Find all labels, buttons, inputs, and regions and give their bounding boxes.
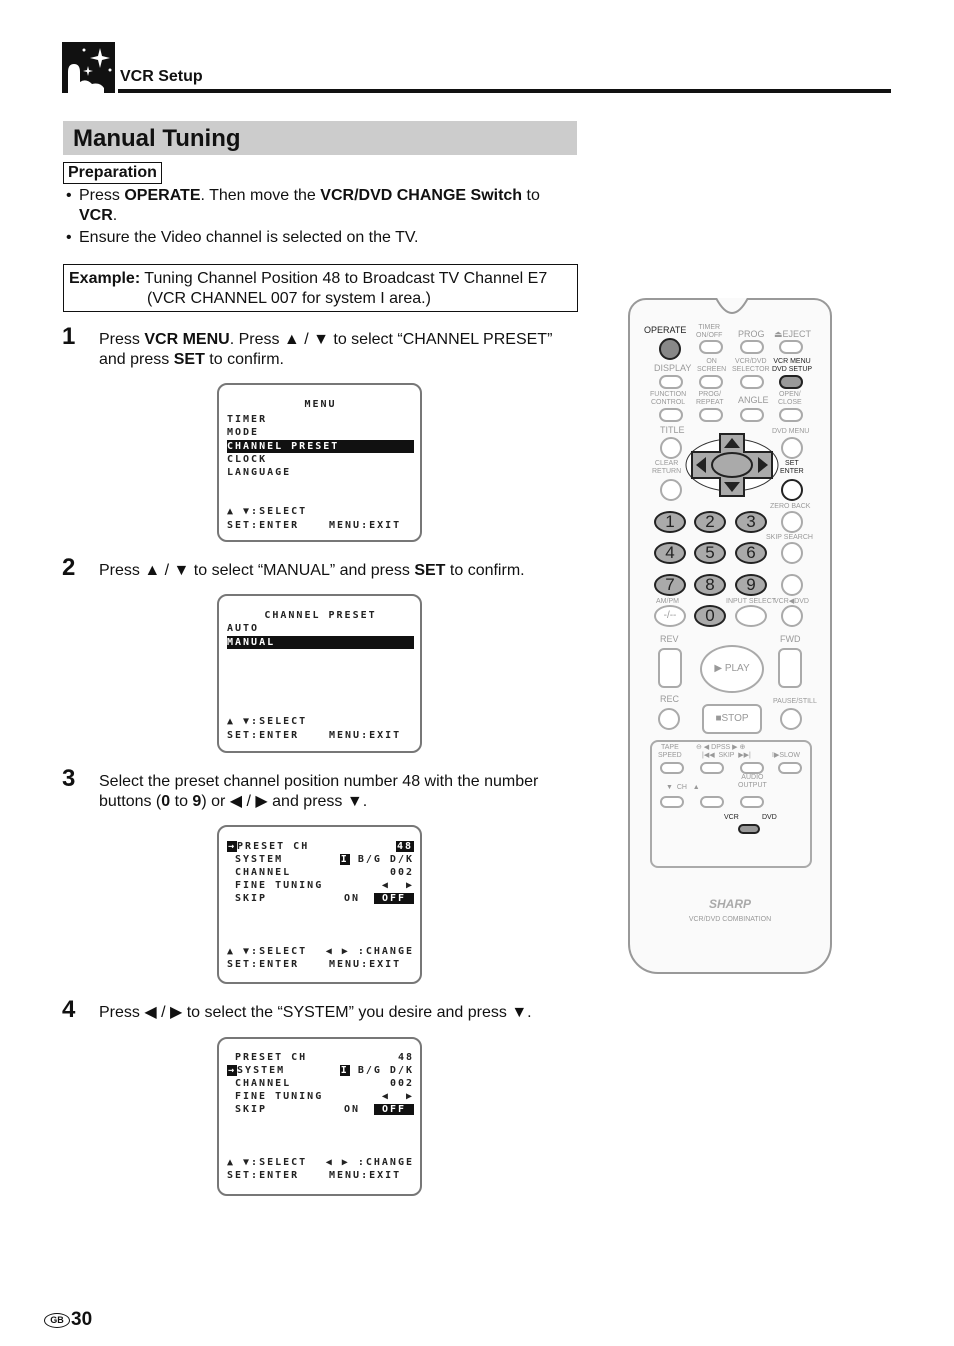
- input-select-button: [735, 605, 767, 627]
- step-number: 3: [62, 765, 76, 792]
- step-1-text: Press VCR MENU. Press ▲ / ▼ to select “C…: [99, 331, 553, 368]
- ch-up-button: [700, 796, 724, 808]
- lower-button-panel: TAPE SPEED ⊖ ◀ DPSS ▶ ⊕ |◀◀ SKIP ▶▶| I▶S…: [650, 740, 812, 868]
- repeat-button: [699, 408, 723, 422]
- step-4-text: Press ◀ / ▶ to select the “SYSTEM” you d…: [99, 1004, 532, 1021]
- number-button: 1: [654, 511, 686, 533]
- am-pm-button: -/--: [654, 605, 686, 627]
- region-badge: GB: [44, 1313, 70, 1328]
- rec-button: [658, 708, 680, 730]
- ch-down-button: [660, 796, 684, 808]
- number-button: 7: [654, 574, 686, 596]
- section-title: VCR Setup: [120, 68, 203, 85]
- page-number: 30: [71, 1309, 93, 1330]
- example-box: Example: Tuning Channel Position 48 to B…: [63, 264, 578, 312]
- audio-output-button: [740, 796, 764, 808]
- eject-button: [779, 340, 803, 354]
- open-close-button: [779, 408, 803, 422]
- blank-button: [781, 574, 803, 596]
- clear-button: [660, 479, 682, 501]
- set-enter-button: [781, 479, 803, 501]
- play-button: ▶ PLAY: [700, 645, 764, 693]
- selected-item: CHANNEL PRESET: [227, 440, 414, 453]
- osd-channel-preset-screen: CHANNEL PRESET AUTO MANUAL ▲ ▼:SELECT SE…: [217, 594, 422, 753]
- angle-button: [740, 408, 764, 422]
- selector-button: [740, 375, 764, 389]
- selected-item: MANUAL: [227, 636, 414, 649]
- brand-logo: SHARP: [708, 897, 751, 911]
- step-number: 1: [62, 323, 76, 350]
- page-title: Manual Tuning: [73, 125, 241, 152]
- operate-button: [659, 338, 681, 360]
- number-button: 0: [694, 605, 726, 627]
- function-button: [659, 408, 683, 422]
- slow-button: [778, 762, 802, 774]
- on-screen-button: [699, 375, 723, 389]
- prep-bullet-1: • Press OPERATE. Then move the VCR/DVD C…: [66, 187, 540, 224]
- number-button: 9: [735, 574, 767, 596]
- number-button: 2: [694, 511, 726, 533]
- vcr-dvd-button: [781, 605, 803, 627]
- tape-speed-button: [660, 762, 684, 774]
- number-button: 8: [694, 574, 726, 596]
- rev-button: [658, 648, 682, 688]
- number-button: 4: [654, 542, 686, 564]
- number-button: 5: [694, 542, 726, 564]
- pause-button: [780, 708, 802, 730]
- osd-manual-system-screen: PRESET CH 48 →SYSTEM I B/G D/K CHANNEL 0…: [217, 1037, 422, 1196]
- example-label: Example:: [69, 270, 141, 287]
- zero-back-button: [781, 511, 803, 533]
- skip-fwd-button: [740, 762, 764, 774]
- step-3-text: Select the preset channel position numbe…: [99, 773, 539, 810]
- step-number: 4: [62, 996, 76, 1023]
- section-logo-icon: [62, 42, 115, 93]
- number-button: 3: [735, 511, 767, 533]
- prog-button: [740, 340, 764, 354]
- osd-manual-preset-screen: →PRESET CH 48 SYSTEM I B/G D/K CHANNEL 0…: [217, 825, 422, 984]
- number-button: 6: [735, 542, 767, 564]
- osd-menu-screen: MENU TIMER MODE CHANNEL PRESET CLOCK LAN…: [217, 383, 422, 542]
- step-2-text: Press ▲ / ▼ to select “MANUAL” and press…: [99, 562, 525, 579]
- vcr-dvd-switch: [738, 824, 760, 834]
- skip-search-button: [781, 542, 803, 564]
- skip-back-button: [700, 762, 724, 774]
- section-rule: [118, 89, 891, 93]
- title-button: [660, 437, 682, 459]
- direction-pad-icon: [685, 433, 779, 497]
- remote-control-illustration: OPERATE TIMER ON/OFF PROG ⏏EJECT DISPLAY…: [628, 298, 832, 974]
- preparation-label: Preparation: [63, 162, 162, 184]
- fwd-button: [778, 648, 802, 688]
- step-number: 2: [62, 554, 76, 581]
- page-title-bar: Manual Tuning: [63, 121, 577, 155]
- vcr-menu-button: [779, 375, 803, 389]
- prep-bullet-2: • Ensure the Video channel is selected o…: [66, 229, 419, 246]
- dvd-menu-button: [781, 437, 803, 459]
- timer-button: [699, 340, 723, 354]
- display-button: [659, 375, 683, 389]
- stop-button: ■STOP: [702, 704, 762, 734]
